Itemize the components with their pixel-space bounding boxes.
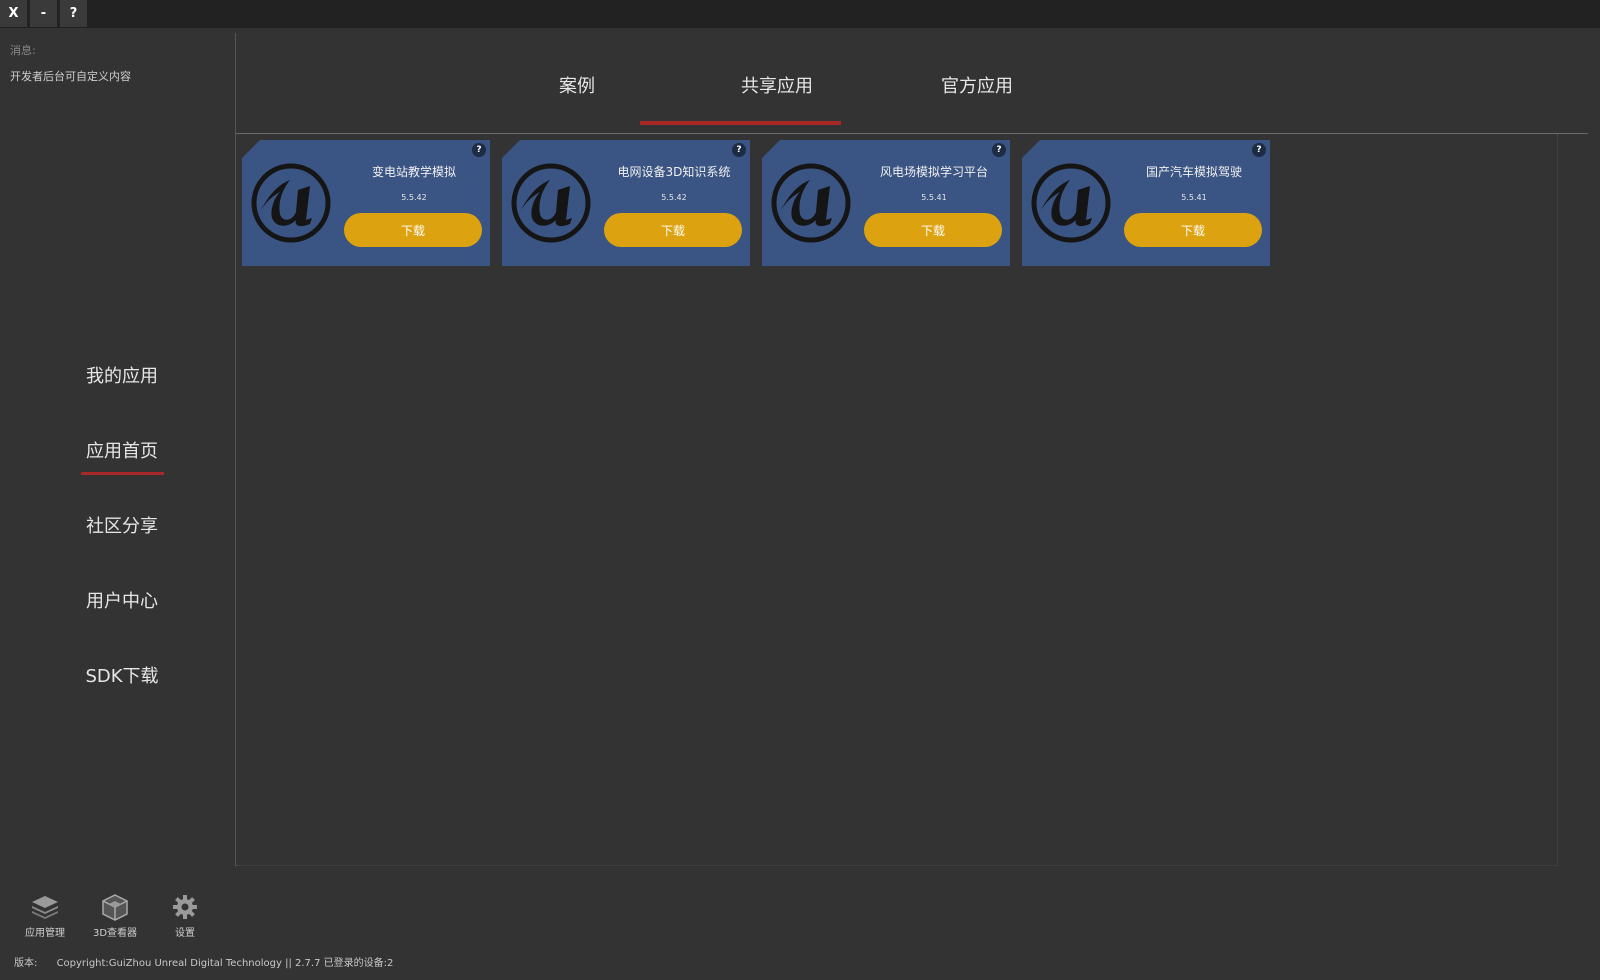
nav-item-sdk-download[interactable]: SDK下载 [80,662,164,688]
app-version: 5.5.42 [661,193,687,202]
download-button[interactable]: 下载 [344,213,482,247]
help-icon[interactable]: ? [732,143,746,157]
download-button[interactable]: 下载 [604,213,742,247]
nav-active-indicator [81,472,164,475]
tool-label: 设置 [175,928,195,939]
copyright-text: Copyright:GuiZhou Unreal Digital Technol… [56,958,394,969]
footer: 版本: Copyright:GuiZhou Unreal Digital Tec… [14,954,393,969]
tool-label: 3D查看器 [92,928,138,939]
message-content: 开发者后台可自定义内容 [10,70,131,83]
help-button[interactable]: ? [60,0,88,27]
tab-official-apps[interactable]: 官方应用 [897,72,1057,98]
nav-item-app-home[interactable]: 应用首页 [80,437,164,463]
app-version: 5.5.42 [401,193,427,202]
help-icon[interactable]: ? [1252,143,1266,157]
title-bar: X - ? [0,0,1600,28]
tool-label: 应用管理 [25,928,65,939]
tool-settings[interactable]: 设置 [155,892,215,939]
download-button[interactable]: 下载 [1124,213,1262,247]
download-button[interactable]: 下载 [864,213,1002,247]
tab-bar: 案例 共享应用 官方应用 [236,28,1588,134]
nav-item-community-share[interactable]: 社区分享 [80,512,164,538]
app-version: 5.5.41 [921,193,947,202]
message-label: 消息: [10,44,36,57]
help-icon[interactable]: ? [472,143,486,157]
help-icon[interactable]: ? [992,143,1006,157]
close-button[interactable]: X [0,0,28,27]
nav-item-user-center[interactable]: 用户中心 [80,587,164,613]
gear-icon [173,895,197,919]
app-title: 电网设备3D知识系统 [617,165,731,179]
app-title: 风电场模拟学习平台 [879,165,988,179]
unreal-logo-icon [511,163,591,243]
sidebar: 消息: 开发者后台可自定义内容 我的应用 应用首页 社区分享 用户中心 SDK下… [0,28,235,980]
unreal-logo-icon [251,163,331,243]
tool-3d-viewer[interactable]: 3D查看器 [85,892,145,939]
app-card[interactable]: 变电站教学模拟 5.5.42 下载 ? [242,140,490,266]
app-card[interactable]: 国产汽车模拟驾驶 5.5.41 下载 ? [1022,140,1270,266]
nav-item-my-apps[interactable]: 我的应用 [80,362,164,388]
tool-app-management[interactable]: 应用管理 [15,892,75,939]
tab-active-indicator [640,121,841,125]
app-title: 国产汽车模拟驾驶 [1145,165,1242,179]
version-label: 版本: [14,958,38,969]
app-title: 变电站教学模拟 [371,165,456,179]
layers-icon [32,896,58,919]
app-version: 5.5.41 [1181,193,1207,202]
unreal-logo-icon [1031,163,1111,243]
minimize-button[interactable]: - [30,0,58,27]
tab-cases[interactable]: 案例 [497,72,657,98]
cube-icon [102,894,128,921]
app-card[interactable]: 风电场模拟学习平台 5.5.41 下载 ? [762,140,1010,266]
tab-shared-apps[interactable]: 共享应用 [697,72,857,98]
unreal-logo-icon [771,163,851,243]
app-card[interactable]: 电网设备3D知识系统 5.5.42 下载 ? [502,140,750,266]
